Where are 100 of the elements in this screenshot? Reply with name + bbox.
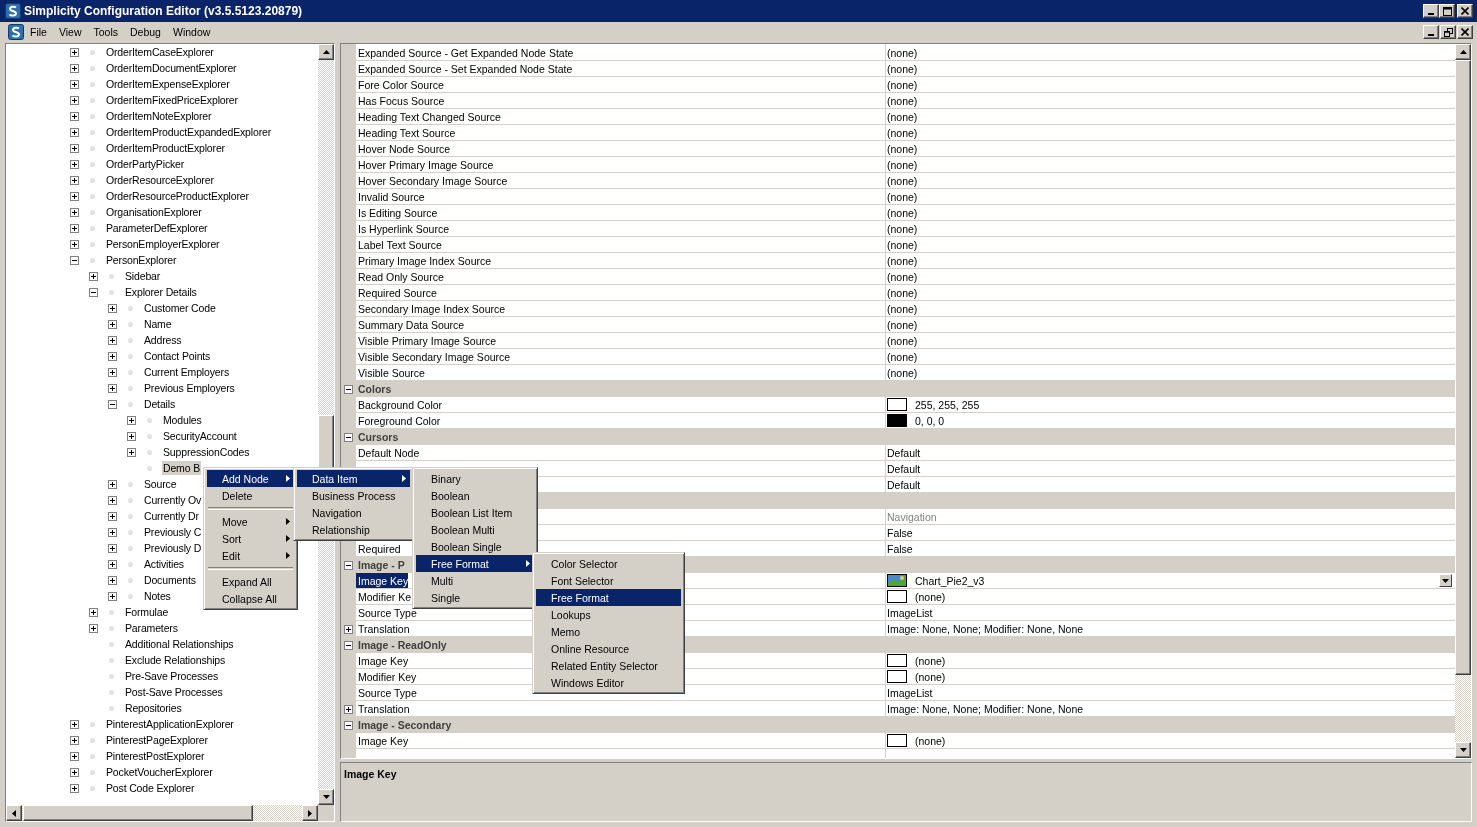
tree-item[interactable]: Activities (143, 557, 185, 571)
menu-item[interactable]: Binary (416, 470, 534, 487)
property-name[interactable]: Summary Data Source (356, 317, 465, 332)
tree-item[interactable]: Current Employers (143, 365, 230, 379)
tree-item[interactable]: PersonEmployerExplorer (105, 237, 221, 251)
tree-item[interactable]: OrderItemFixedPriceExplorer (105, 93, 239, 107)
tree-item[interactable]: Name (143, 317, 173, 331)
tree-item[interactable]: Repositories (124, 701, 183, 715)
tree-item[interactable]: SecurityAccount (162, 429, 238, 443)
menu-item[interactable]: Debug (124, 26, 167, 38)
property-name[interactable]: Secondary Image Index Source (356, 301, 506, 316)
property-name[interactable]: Translation (356, 621, 410, 636)
expand-icon[interactable] (70, 175, 79, 185)
collapse-icon[interactable] (70, 255, 79, 265)
menu-item[interactable]: Tools (87, 26, 124, 38)
expand-icon[interactable] (70, 767, 79, 777)
expand-icon[interactable] (108, 559, 117, 569)
expand-icon[interactable] (108, 527, 117, 537)
property-name[interactable]: Image Key (356, 733, 409, 748)
scroll-up-button[interactable] (318, 44, 334, 60)
property-name[interactable]: Read Only Source (356, 269, 444, 284)
menu-item[interactable]: Windows Editor (536, 674, 681, 691)
menu-item[interactable]: Move (207, 513, 294, 530)
expand-icon[interactable] (108, 335, 117, 345)
tree-item[interactable]: OrderItemProductExplorer (105, 141, 226, 155)
property-value[interactable]: ImageList (887, 686, 933, 699)
property-value[interactable]: Default (887, 462, 921, 475)
expand-icon[interactable] (70, 63, 79, 73)
menu-item[interactable]: Multi (416, 572, 534, 589)
close-button[interactable] (1457, 4, 1473, 18)
tree-item[interactable]: PocketVoucherExplorer (105, 765, 214, 779)
property-name[interactable]: Invalid Source (356, 189, 425, 204)
menu-item[interactable]: Font Selector (536, 572, 681, 589)
expand-icon[interactable] (70, 79, 79, 89)
tree-item[interactable]: Contact Points (143, 349, 212, 363)
scroll-up-button[interactable] (1455, 44, 1471, 60)
expand-icon[interactable] (70, 111, 79, 121)
property-name[interactable]: Source Type (356, 685, 417, 700)
menu-item[interactable]: Data Item (297, 470, 410, 487)
tree-item[interactable]: OrderItemNoteExplorer (105, 109, 213, 123)
collapse-icon[interactable] (89, 287, 98, 297)
property-value[interactable]: (none) (887, 174, 918, 187)
scroll-thumb[interactable] (23, 805, 253, 821)
property-value[interactable]: (none) (887, 254, 918, 267)
tree-item[interactable]: Notes (143, 589, 172, 603)
expand-icon[interactable] (70, 159, 79, 169)
tree-item[interactable]: Documents (143, 573, 197, 587)
expand-icon[interactable] (70, 47, 79, 57)
property-name[interactable]: Image Key (356, 573, 409, 588)
tree-item[interactable]: Explorer Details (124, 285, 198, 299)
expand-icon[interactable] (70, 751, 79, 761)
menu-item[interactable]: Sort (207, 530, 294, 547)
property-value[interactable]: (none) (887, 270, 918, 283)
expand-icon[interactable] (108, 591, 117, 601)
menu-item[interactable]: Free Format (536, 589, 681, 606)
property-value[interactable]: (none) (887, 238, 918, 251)
tree-item[interactable]: Demo B (162, 461, 202, 475)
tree-item[interactable]: Details (143, 397, 177, 411)
expand-icon[interactable] (108, 575, 117, 585)
menu-item[interactable]: View (52, 26, 88, 38)
property-value[interactable]: Chart_Pie2_v3 (915, 574, 985, 587)
tree-item[interactable]: PersonExplorer (105, 253, 178, 267)
property-name[interactable]: Source Type (356, 605, 417, 620)
menu-item[interactable]: Memo (536, 623, 681, 640)
tree-item[interactable]: OrderItemCaseExplorer (105, 45, 215, 59)
property-name[interactable]: Modifier Ke (356, 589, 412, 604)
expand-icon[interactable] (70, 735, 79, 745)
expand-icon[interactable] (108, 479, 117, 489)
menu-item[interactable]: Related Entity Selector (536, 657, 681, 674)
property-name[interactable]: Is Hyperlink Source (356, 221, 450, 236)
property-name[interactable]: Heading Text Source (356, 125, 456, 140)
scroll-down-button[interactable] (1455, 742, 1471, 758)
tree-item[interactable]: PinterestPostExplorer (105, 749, 206, 763)
menu-item[interactable]: Window (166, 26, 217, 38)
expand-icon[interactable] (108, 367, 117, 377)
collapse-icon[interactable] (344, 432, 353, 442)
menu-item[interactable]: Delete (207, 487, 294, 504)
collapse-icon[interactable] (344, 640, 353, 650)
menu-item[interactable]: Navigation (297, 504, 410, 521)
property-value[interactable]: (none) (887, 110, 918, 123)
tree-item[interactable]: Source (143, 477, 178, 491)
collapse-icon[interactable] (344, 720, 353, 730)
tree-item[interactable]: SuppressionCodes (162, 445, 251, 459)
property-value[interactable]: (none) (887, 366, 918, 379)
property-value[interactable]: (none) (887, 94, 918, 107)
expand-icon[interactable] (70, 223, 79, 233)
property-name[interactable]: Expanded Source - Set Expanded Node State (356, 61, 573, 76)
restore-button[interactable] (1440, 25, 1456, 39)
property-value[interactable]: (none) (887, 222, 918, 235)
collapse-icon[interactable] (344, 560, 353, 570)
property-value[interactable]: 255, 255, 255 (915, 398, 980, 411)
menu-item[interactable]: Color Selector (536, 555, 681, 572)
expand-icon[interactable] (127, 447, 136, 457)
property-name[interactable]: Fore Color Source (356, 77, 444, 92)
property-value[interactable]: Navigation (887, 510, 937, 523)
property-value[interactable]: (none) (887, 350, 918, 363)
tree-item[interactable]: Pre-Save Processes (124, 669, 219, 683)
property-name[interactable]: Visible Secondary Image Source (356, 349, 511, 364)
tree-item[interactable]: ParameterDefExplorer (105, 221, 209, 235)
dropdown-button[interactable] (1439, 574, 1452, 587)
